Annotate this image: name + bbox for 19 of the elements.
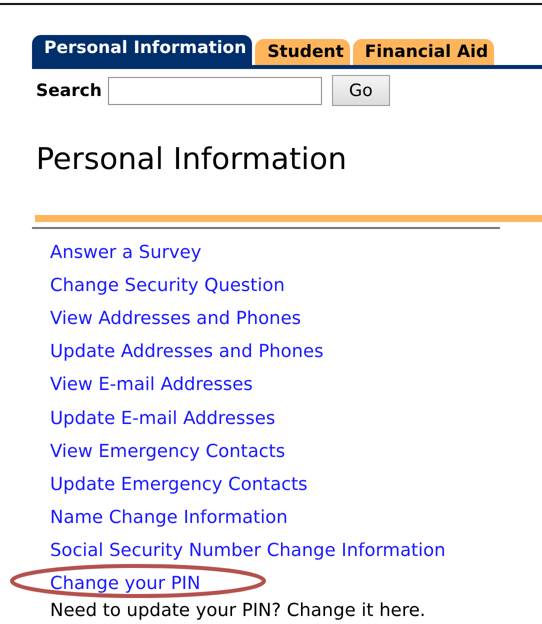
menu-link[interactable]: Update E-mail Addresses — [50, 408, 276, 429]
nav-tab[interactable]: Personal Information — [32, 35, 252, 65]
link-description: Need to update your PIN? Change it here. — [50, 600, 426, 622]
search-label: Search — [36, 80, 102, 100]
menu-link[interactable]: View Addresses and Phones — [50, 308, 302, 330]
page-heading: Personal Information — [36, 142, 348, 177]
search-field[interactable] — [108, 76, 322, 104]
nav-tab[interactable]: Student — [255, 39, 350, 65]
menu-link[interactable]: View Emergency Contacts — [50, 440, 286, 462]
menu-link[interactable]: Change Security Question — [50, 275, 285, 296]
menu-link[interactable]: Social Security Number Change Information — [50, 540, 446, 561]
menu-link[interactable]: Update Addresses and Phones — [50, 341, 324, 362]
menu-link[interactable]: Update Emergency Contacts — [50, 474, 308, 495]
menu-link[interactable]: Answer a Survey — [50, 242, 202, 264]
menu-link[interactable]: Change your PIN — [50, 572, 200, 594]
nav-tab[interactable]: Financial Aid — [352, 39, 494, 65]
menu-link[interactable]: View E-mail Addresses — [50, 374, 253, 396]
go-button[interactable]: Go — [332, 75, 390, 106]
menu-link[interactable]: Name Change Information — [50, 506, 288, 528]
